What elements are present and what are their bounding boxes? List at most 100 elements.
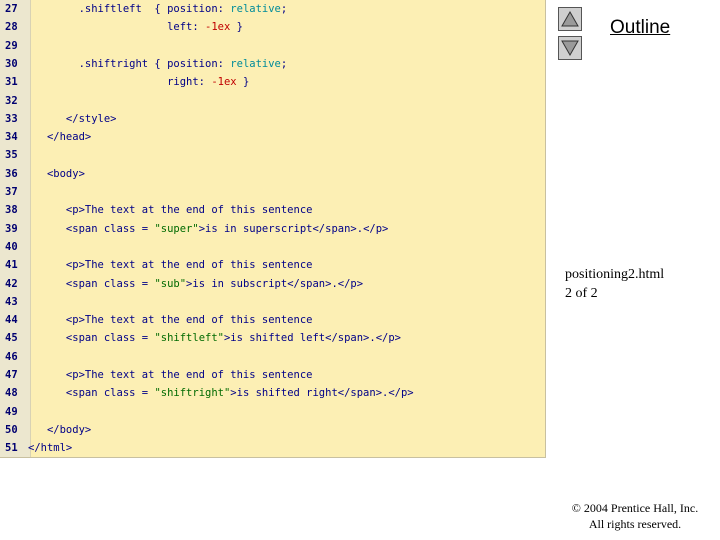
code-listing-panel: 27 .shiftleft { position: relative; 28 le…	[0, 0, 546, 458]
code-line: 41 <p>The text at the end of this senten…	[0, 256, 545, 274]
code-token: </html>	[28, 442, 73, 455]
code-token: <span class =	[28, 222, 155, 235]
line-number: 27	[5, 3, 18, 15]
code-text: <span class = "super">is in superscript<…	[28, 220, 388, 238]
code-line: 44 <p>The text at the end of this senten…	[0, 311, 545, 329]
code-text: <span class = "shiftleft">is shifted lef…	[28, 329, 401, 347]
code-text: .shiftright { position: relative;	[28, 55, 288, 73]
copyright-footer: © 2004 Prentice Hall, Inc. All rights re…	[560, 500, 710, 532]
code-token: }	[236, 76, 250, 89]
code-token: <p>The text at the end of this sentence	[28, 369, 313, 381]
code-line: 48 <span class = "shiftright">is shifted…	[0, 384, 545, 402]
code-text: <p>The text at the end of this sentence	[28, 201, 313, 219]
copyright-text: © 2004 Prentice Hall, Inc.	[571, 501, 699, 515]
line-number: 47	[5, 369, 18, 381]
code-line: 46	[0, 348, 545, 366]
triangle-up-icon	[561, 11, 579, 27]
code-token: "shiftright"	[154, 387, 231, 400]
code-token: <p>The text at the end of this sentence	[28, 314, 313, 327]
code-line: 34 </head>	[0, 128, 545, 146]
line-number: 48	[5, 387, 18, 400]
line-number: 42	[5, 277, 18, 290]
code-text: </head>	[28, 128, 91, 146]
line-number: 29	[5, 39, 18, 52]
file-name: positioning2.html	[565, 267, 665, 282]
code-text: <p>The text at the end of this sentence	[28, 256, 313, 274]
line-number: 36	[5, 167, 18, 180]
next-slide-button[interactable]	[558, 36, 582, 60]
file-info: positioning2.html 2 of 2	[565, 265, 664, 303]
page-indicator: 2 of 2	[565, 286, 598, 301]
line-number: 34	[5, 131, 18, 144]
code-line: 49	[0, 403, 545, 421]
code-token: </body>	[28, 423, 92, 436]
triangle-down-icon	[561, 40, 579, 56]
code-line: 45 <span class = "shiftleft">is shifted …	[0, 329, 545, 347]
code-token: .shiftright { position:	[28, 57, 231, 70]
line-number: 40	[5, 240, 18, 253]
code-line: 31 right: -1ex }	[0, 73, 545, 91]
code-token: }	[230, 21, 243, 34]
line-number: 43	[5, 295, 18, 308]
rights-text: All rights reserved.	[588, 517, 682, 531]
code-line: 36 <body>	[0, 165, 545, 183]
code-text: </style>	[28, 110, 117, 128]
line-number: 44	[5, 314, 18, 327]
previous-slide-button[interactable]	[558, 7, 582, 31]
code-token: </head>	[28, 131, 92, 144]
code-token: >is in superscript</span>.</p>	[198, 222, 389, 235]
code-line: 39 <span class = "super">is in superscri…	[0, 220, 545, 238]
line-number: 45	[5, 332, 18, 345]
code-line: 40	[0, 238, 545, 256]
code-line: 42 <span class = "sub">is in subscript</…	[0, 275, 545, 293]
code-token: </style>	[28, 112, 117, 125]
outline-link[interactable]: Outline	[610, 17, 670, 39]
code-line: 37	[0, 183, 545, 201]
code-token: ;	[280, 57, 288, 70]
line-number: 32	[5, 94, 18, 107]
code-text: <span class = "shiftright">is shifted ri…	[28, 384, 414, 402]
code-line: 47 <p>The text at the end of this senten…	[0, 366, 545, 384]
code-token: <body>	[28, 167, 85, 180]
code-token: <span class =	[28, 332, 155, 345]
line-number: 28	[5, 21, 18, 34]
code-text: </html>	[28, 439, 72, 457]
line-number: 38	[5, 204, 18, 217]
code-token: >is shifted right</span>.</p>	[230, 387, 414, 400]
line-number: 33	[5, 112, 18, 125]
code-token: "shiftleft"	[154, 332, 224, 345]
code-line: 43	[0, 293, 545, 311]
line-number: 46	[5, 350, 18, 363]
line-number: 37	[5, 186, 18, 198]
code-token: <p>The text at the end of this sentence	[28, 204, 313, 217]
code-token: left:	[28, 21, 206, 34]
code-line: 33 </style>	[0, 110, 545, 128]
code-token: >is shifted left</span>.</p>	[223, 332, 401, 345]
line-number: 49	[5, 405, 18, 418]
code-text: <span class = "sub">is in subscript</spa…	[28, 275, 363, 293]
code-line: 28 left: -1ex }	[0, 18, 545, 36]
code-token: relative	[230, 57, 281, 70]
code-token: <span class =	[28, 387, 155, 400]
code-token: .shiftleft { position:	[28, 3, 231, 15]
code-token: "sub"	[154, 277, 187, 290]
code-token: "super"	[154, 222, 199, 235]
code-line: 29	[0, 37, 545, 55]
code-text: left: -1ex }	[28, 18, 243, 36]
code-text: <p>The text at the end of this sentence	[28, 366, 313, 384]
code-token: >is in subscript</span>.</p>	[186, 277, 364, 290]
line-number: 35	[5, 149, 18, 162]
code-text: <body>	[28, 165, 85, 183]
code-text: .shiftleft { position: relative;	[28, 0, 288, 18]
code-line: 50 </body>	[0, 421, 545, 439]
code-token: -1ex	[211, 76, 237, 89]
code-line: 51 </html>	[0, 439, 545, 457]
code-text: </body>	[28, 421, 91, 439]
line-number: 39	[5, 222, 18, 235]
code-token: -1ex	[205, 21, 231, 34]
code-line: 35	[0, 146, 545, 164]
code-text: <p>The text at the end of this sentence	[28, 311, 313, 329]
code-token: ;	[280, 3, 288, 15]
line-number: 51	[5, 442, 18, 455]
code-line: 30 .shiftright { position: relative;	[0, 55, 545, 73]
